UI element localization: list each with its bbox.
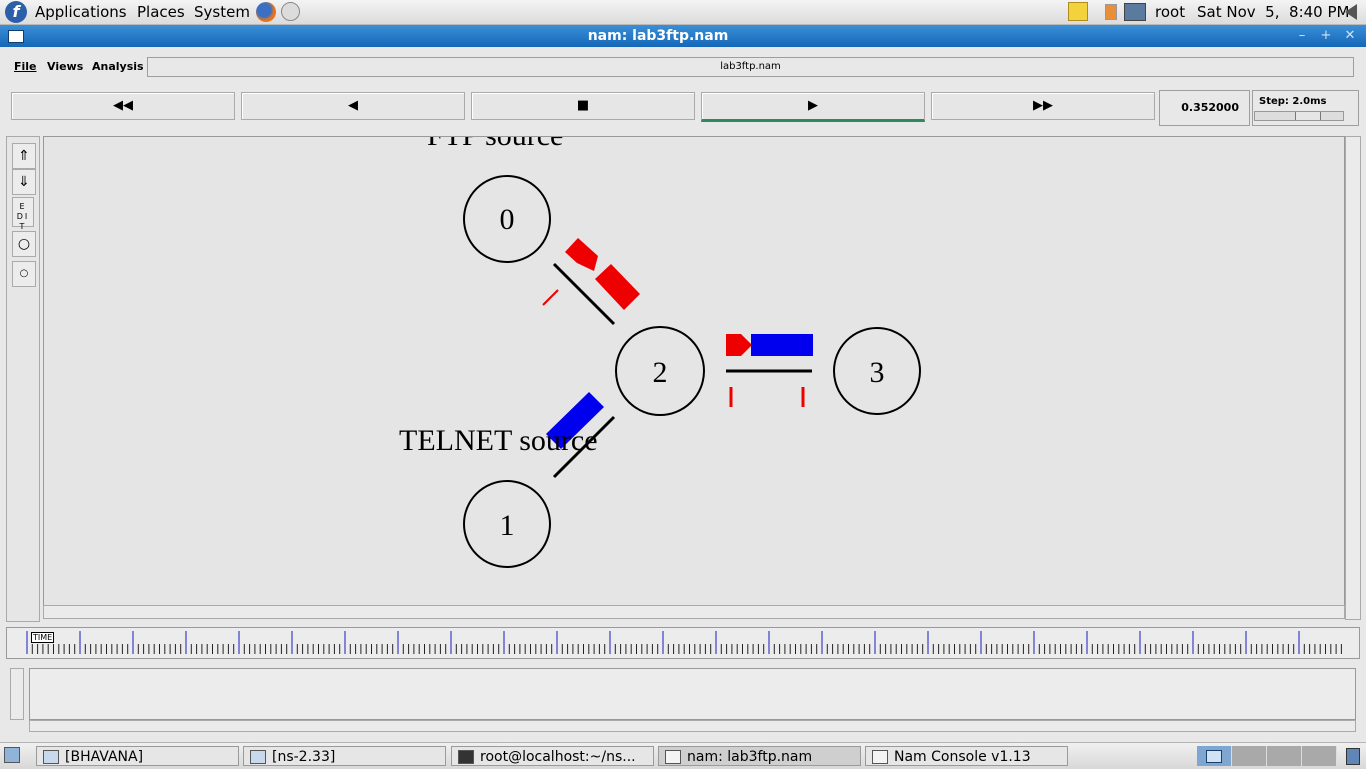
workspace-1[interactable]: [1197, 746, 1232, 766]
folder-icon: [43, 750, 59, 764]
network-graph: FTP source 0 1 2 3 TELNET sour: [399, 137, 921, 568]
step-back-button[interactable]: ◀: [241, 92, 465, 120]
timeline[interactable]: TIME: [6, 627, 1360, 659]
ftp-source-label: FTP source: [427, 137, 563, 152]
node-0[interactable]: 0: [463, 175, 551, 263]
canvas-horizontal-scrollbar[interactable]: [43, 605, 1345, 619]
ftp-packet: [595, 264, 640, 310]
edit-label: EDIT: [16, 202, 30, 231]
system-menu[interactable]: System: [194, 3, 250, 21]
annotation-vertical-scrollbar[interactable]: [10, 668, 24, 720]
task-nam-console[interactable]: Nam Console v1.13: [865, 746, 1068, 766]
time-display: 0.352000: [1159, 90, 1250, 126]
applications-menu[interactable]: Applications: [35, 3, 127, 21]
maximize-icon[interactable]: +: [1317, 28, 1335, 44]
task-label: [BHAVANA]: [65, 749, 144, 765]
step-slider-thumb[interactable]: [1295, 112, 1321, 120]
window-titlebar[interactable]: nam: lab3ftp.nam – + ✕: [0, 25, 1366, 47]
notes-icon[interactable]: [1068, 2, 1088, 21]
edit-button[interactable]: EDIT: [12, 197, 34, 231]
task-label: nam: lab3ftp.nam: [687, 749, 813, 765]
zoom-out-icon[interactable]: ⇓: [12, 169, 36, 195]
workspace-2[interactable]: [1232, 746, 1267, 766]
annotation-area[interactable]: [29, 668, 1356, 720]
node-2[interactable]: 2: [615, 326, 705, 416]
window-title: nam: lab3ftp.nam: [587, 28, 729, 44]
ftp-packet-arrow: [565, 238, 598, 271]
node-1-label: 1: [500, 509, 515, 542]
task-terminal[interactable]: root@localhost:~/ns...: [451, 746, 654, 766]
window-icon: [665, 750, 681, 764]
folder-icon: [250, 750, 266, 764]
telnet-packet-link23: [751, 334, 813, 356]
time-value: 0.352000: [1181, 101, 1239, 114]
step-slider[interactable]: [1254, 111, 1344, 121]
battery-icon[interactable]: [1105, 4, 1117, 20]
task-bhavana[interactable]: [BHAVANA]: [36, 746, 239, 766]
timeline-ticks: [26, 631, 1342, 654]
firefox-icon[interactable]: [256, 2, 276, 22]
network-icon[interactable]: [1124, 3, 1146, 21]
task-label: [ns-2.33]: [272, 749, 336, 765]
views-menu[interactable]: Views: [47, 60, 83, 73]
top-panel: f Applications Places System root Sat No…: [0, 0, 1366, 25]
node-1[interactable]: 1: [463, 480, 551, 568]
node-3[interactable]: 3: [833, 327, 921, 415]
minimize-icon[interactable]: –: [1293, 28, 1311, 44]
volume-icon[interactable]: [1345, 4, 1357, 20]
node-large-icon[interactable]: ○: [12, 231, 36, 257]
fedora-icon[interactable]: f: [5, 1, 27, 23]
time-marker[interactable]: TIME: [31, 632, 55, 643]
close-icon[interactable]: ✕: [1341, 28, 1359, 44]
terminal-icon: [458, 750, 474, 764]
node-3-label: 3: [870, 356, 885, 389]
task-label: Nam Console v1.13: [894, 749, 1031, 765]
show-desktop-icon[interactable]: [4, 747, 20, 763]
canvas-vertical-scrollbar[interactable]: [1345, 136, 1361, 620]
ftp-packet-link23-arrow: [726, 334, 752, 356]
user-name: root: [1155, 3, 1186, 21]
file-menu[interactable]: File: [14, 60, 37, 73]
mail-icon[interactable]: [281, 2, 300, 21]
task-ns233[interactable]: [ns-2.33]: [243, 746, 446, 766]
network-canvas[interactable]: FTP source 0 1 2 3 TELNET sour: [43, 136, 1345, 606]
node-0-label: 0: [500, 203, 515, 236]
node-small-icon[interactable]: ○: [12, 261, 36, 287]
workspace-window-icon: [1206, 750, 1222, 763]
tool-palette: ⇑ ⇓ EDIT ○ ○: [6, 136, 40, 622]
task-label: root@localhost:~/ns...: [480, 749, 636, 765]
clock[interactable]: Sat Nov 5, 8:40 PM: [1197, 3, 1349, 21]
places-menu[interactable]: Places: [137, 3, 185, 21]
window-icon: [872, 750, 888, 764]
stop-button[interactable]: ■: [471, 92, 695, 120]
file-name-field: lab3ftp.nam: [147, 57, 1354, 77]
workspace-4[interactable]: [1302, 746, 1337, 766]
ftp-drop-mark: [542, 289, 559, 306]
trash-icon[interactable]: [1346, 748, 1360, 765]
step-label: Step: 2.0ms: [1259, 96, 1327, 107]
rewind-button[interactable]: ◀◀: [11, 92, 235, 120]
step-control: Step: 2.0ms: [1252, 90, 1359, 126]
fast-forward-button[interactable]: ▶▶: [931, 92, 1155, 120]
taskbar: [BHAVANA] [ns-2.33] root@localhost:~/ns.…: [0, 742, 1366, 769]
task-nam[interactable]: nam: lab3ftp.nam: [658, 746, 861, 766]
telnet-source-label: TELNET source: [399, 424, 598, 457]
play-button[interactable]: ▶: [701, 92, 925, 122]
zoom-in-icon[interactable]: ⇑: [12, 143, 36, 169]
workspace-3[interactable]: [1267, 746, 1302, 766]
node-2-label: 2: [653, 356, 668, 389]
annotation-horizontal-scrollbar[interactable]: [29, 720, 1356, 732]
analysis-menu[interactable]: Analysis: [92, 60, 144, 73]
